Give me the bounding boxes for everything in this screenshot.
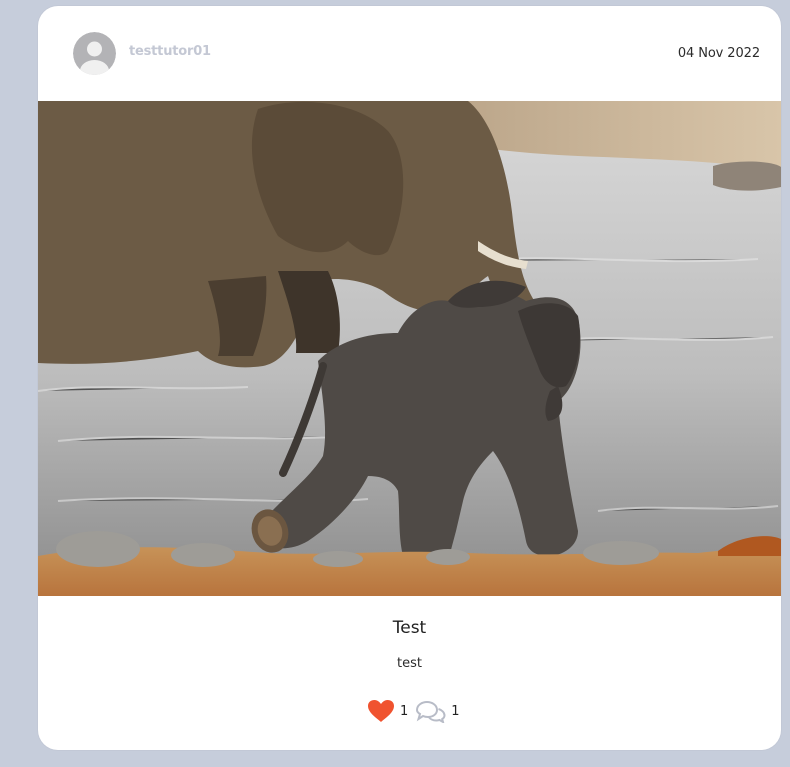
author-avatar[interactable] [73,32,116,75]
post-date: 04 Nov 2022 [677,46,760,61]
default-user-avatar-icon [73,32,116,75]
author-username[interactable]: testtutor01 [129,44,211,59]
like-button[interactable]: 1 [367,699,408,723]
post-title: Test [392,618,427,638]
comment-button[interactable]: 1 [415,699,460,723]
elephant-photo [38,101,781,596]
like-count: 1 [400,703,409,719]
post-card: testtutor01 04 Nov 2022 Test test 1 1 [38,6,781,750]
post-actions: 1 1 [367,696,460,726]
post-header: testtutor01 04 Nov 2022 [38,6,781,101]
heart-icon [368,700,394,722]
comment-count: 1 [451,703,460,719]
post-image[interactable] [38,101,781,596]
chat-bubbles-icon [416,700,446,723]
post-body: test [397,656,422,671]
